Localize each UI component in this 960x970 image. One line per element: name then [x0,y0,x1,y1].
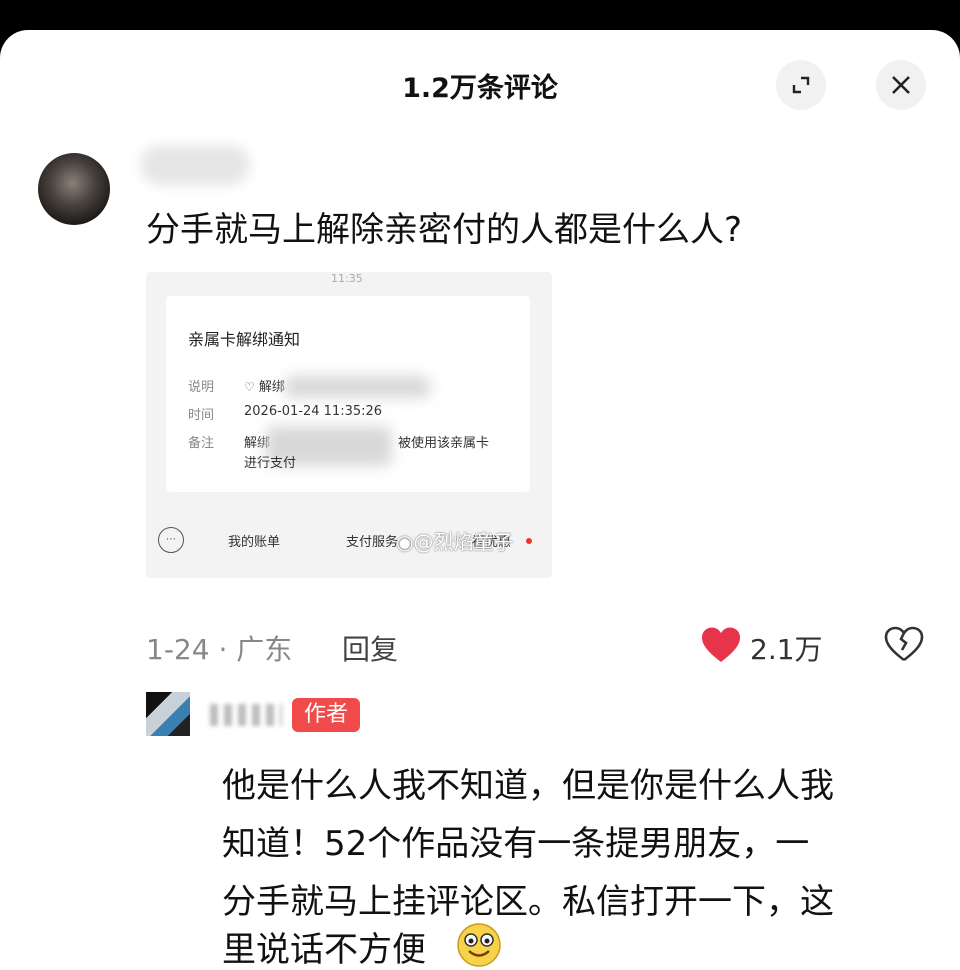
reply-text-line: 里说话不方便 [222,930,426,970]
notification-dot [526,538,532,544]
notice-title: 亲属卡解绑通知 [188,330,301,349]
heart-outline-icon: ♡ [244,380,255,394]
reply-button[interactable]: 回复 [342,628,398,668]
expand-icon [792,76,810,94]
row-value: 2026-01-24 11:35:26 [244,404,383,419]
commenter-name-blurred[interactable] [140,145,250,185]
row-label: 说明 [188,380,215,395]
keyboard-icon: ⋯ [158,527,184,553]
row-label: 备注 [188,436,215,451]
row-value-line2: 进行支付 [244,456,297,471]
tab-payment-service: 支付服务 [346,535,399,550]
tab-my-bill: 我的账单 [228,535,281,550]
comments-sheet: 1.2万条评论 分手就马上解除亲密付的人都是什么人? 11:35 亲属卡解绑通知… [0,30,960,970]
weibo-icon: ◉ [396,530,414,554]
weibo-watermark: ◉@烈焰童子 [396,530,514,554]
dislike-broken-heart-icon[interactable] [884,626,924,662]
reply-text-line: 分手就马上挂评论区。私信打开一下，这 [222,882,834,922]
expand-button[interactable] [776,60,826,110]
row-value-tail: 被使用该亲属卡 [398,436,490,451]
like-count: 2.1万 [750,633,823,666]
status-time: 11:35 [331,272,363,285]
close-button[interactable] [876,60,926,110]
comment-date-location: 1-24 · 广东 [146,633,293,666]
redacted-patch [284,376,430,398]
row-value: ♡ 解绑 [244,380,285,395]
reply-text-line: 他是什么人我不知道，但是你是什么人我 [222,766,834,806]
reply-text-line: 知道！52个作品没有一条提男朋友，一 [222,824,810,864]
author-badge: 作者 [292,698,360,732]
commenter-avatar[interactable] [38,153,110,225]
close-icon [892,76,910,94]
author-avatar[interactable] [146,692,190,736]
comment-text: 分手就马上解除亲密付的人都是什么人? [146,210,743,250]
like-heart-icon[interactable] [700,626,742,664]
author-name-blurred[interactable] [210,704,282,726]
smile-emoji-icon [457,923,501,967]
unbind-notice-card: 亲属卡解绑通知 说明 ♡ 解绑 时间 2026-01-24 11:35:26 备… [166,296,530,492]
row-label: 时间 [188,408,215,423]
